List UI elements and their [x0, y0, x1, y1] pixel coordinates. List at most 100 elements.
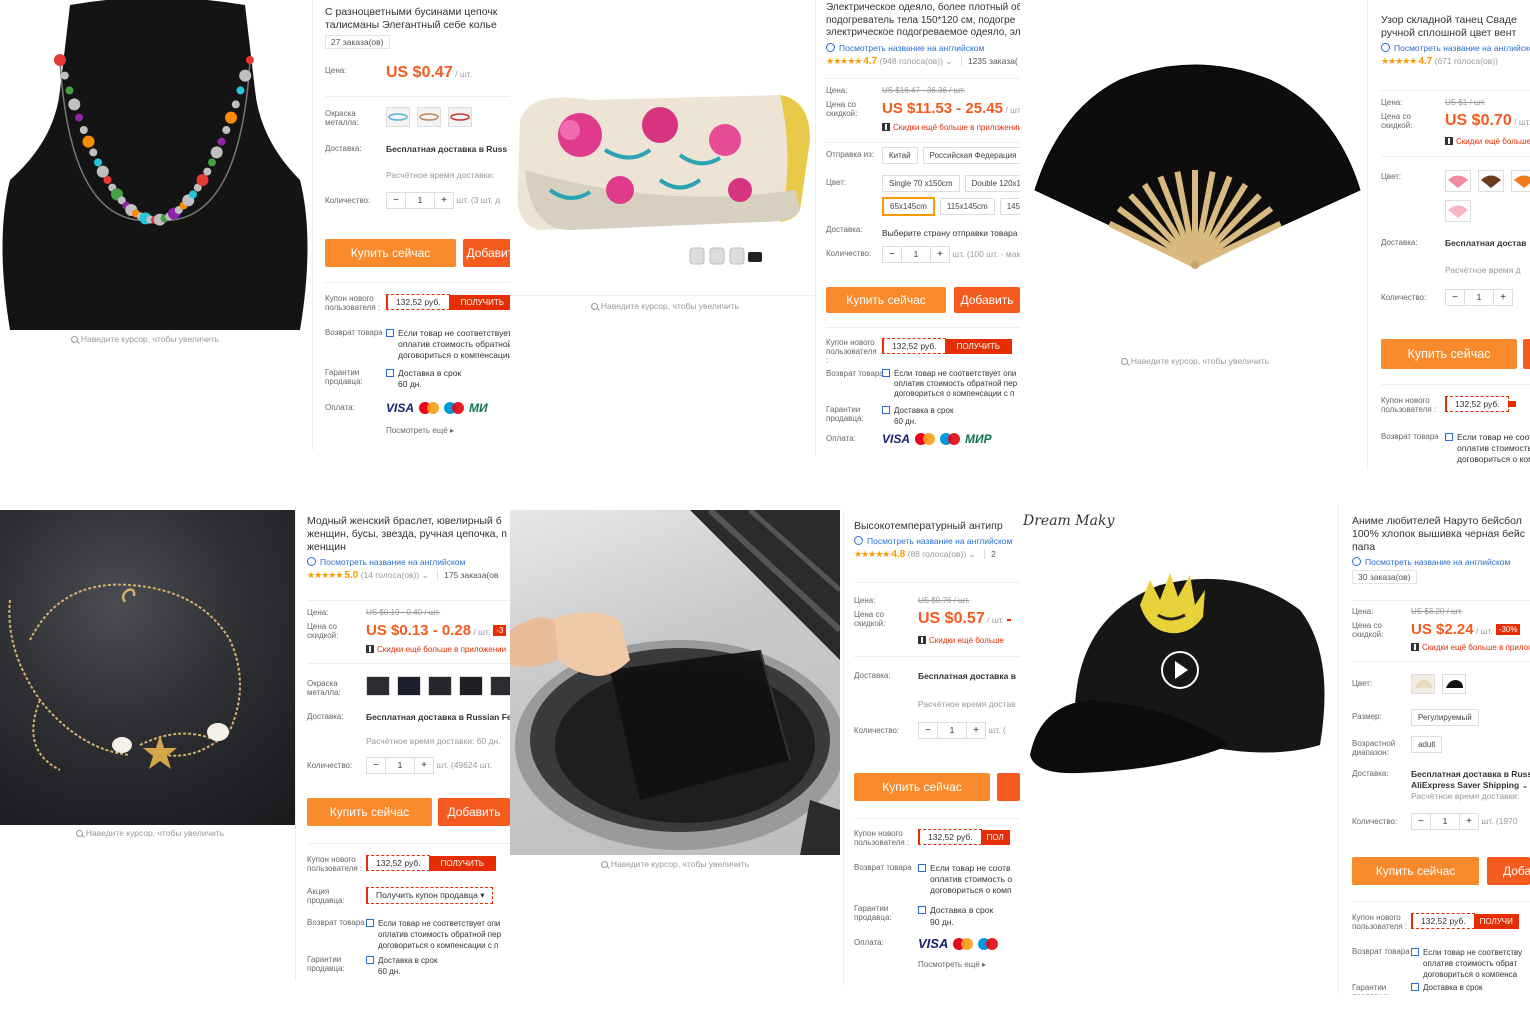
shipping-value[interactable]: Бесплатная доставка в Russian Fe — [366, 712, 510, 722]
votes[interactable]: (14 голоса(ов)) — [361, 570, 420, 580]
color-swatch-black[interactable] — [1442, 674, 1466, 694]
buy-now-button[interactable]: Купить сейчас — [1352, 857, 1479, 885]
quantity-input[interactable]: 1 — [1430, 814, 1460, 829]
app-discount[interactable]: Скидки ещё больше в приложении — [1411, 643, 1530, 652]
quantity-input[interactable]: 1 — [937, 723, 967, 738]
app-discount[interactable]: Скидки ещё больше в приложении — [1445, 137, 1530, 146]
buy-now-button[interactable]: Купить сейчас — [307, 798, 432, 826]
color-swatch[interactable] — [428, 676, 452, 696]
shipping-method[interactable]: AliExpress Saver Shipping — [1411, 780, 1519, 790]
quantity-input[interactable]: 1 — [385, 758, 415, 773]
votes[interactable]: (948 голоса(ов)) — [880, 56, 943, 66]
quantity-stepper[interactable]: −1 + — [1445, 289, 1513, 306]
add-to-cart-button[interactable]: Доба — [1487, 857, 1530, 885]
size-option-selected[interactable]: 65x145cm — [882, 197, 935, 216]
color-swatch[interactable] — [366, 676, 390, 696]
baking-mat-image[interactable] — [510, 510, 840, 855]
get-coupon-button[interactable]: ПОЛУЧИ — [1473, 913, 1519, 929]
buy-now-button[interactable]: Купить сейчас — [325, 239, 456, 267]
color-swatch-pink[interactable] — [1445, 170, 1471, 192]
blanket-image[interactable] — [510, 40, 815, 295]
buy-now-button[interactable]: Купить сейчас — [854, 773, 990, 801]
plus-button[interactable]: + — [1460, 814, 1478, 829]
product-title[interactable]: Высокотемпературный антипр — [854, 520, 1020, 533]
app-discount[interactable]: Скидки ещё больше в приложении — [882, 123, 1020, 132]
necklace-image[interactable] — [0, 0, 310, 330]
color-swatch[interactable] — [386, 107, 410, 127]
shipping-value[interactable]: Выберите страну отправки товара — [882, 228, 1018, 238]
minus-button[interactable]: − — [1412, 814, 1430, 829]
shipping-value[interactable]: Бесплатная доставка в Russ — [386, 144, 507, 154]
color-swatch-orange[interactable] — [1511, 170, 1530, 192]
get-coupon-button[interactable]: ПОЛ — [980, 829, 1010, 845]
product-title[interactable]: Аниме любителей Наруто бейсбол 100% хлоп… — [1352, 515, 1530, 554]
get-coupon-button[interactable]: ПОЛУЧИТЬ — [428, 855, 497, 871]
color-swatch-brown[interactable] — [1478, 170, 1504, 192]
quantity-stepper[interactable]: −1 + — [918, 722, 986, 739]
cap-image[interactable]: Dream Maky — [1020, 505, 1338, 795]
bracelet-image[interactable] — [0, 510, 295, 825]
minus-button[interactable]: − — [919, 723, 937, 738]
get-coupon-button[interactable] — [1507, 401, 1516, 407]
product-title[interactable]: С разноцветными бусинами цепочк талисман… — [325, 6, 510, 32]
plus-button[interactable]: + — [435, 193, 453, 208]
color-swatch-beige[interactable] — [1411, 674, 1435, 694]
color-swatch[interactable] — [417, 107, 441, 127]
shipping-value[interactable]: Бесплатная достав — [1445, 238, 1526, 248]
size-option[interactable]: Single 70 x150cm — [882, 175, 960, 192]
see-more-link[interactable]: Посмотреть ещё ▸ — [918, 960, 986, 969]
size-option[interactable]: Double 120x1 — [964, 175, 1020, 192]
fan-image[interactable] — [1020, 10, 1370, 350]
quantity-stepper[interactable]: −1 + — [366, 757, 434, 774]
get-coupon-button[interactable]: ПОЛУЧИТЬ — [944, 338, 1013, 354]
english-name-link[interactable]: Посмотреть название на английском — [826, 42, 1020, 53]
minus-button[interactable]: − — [1446, 290, 1464, 305]
shipping-value[interactable]: Бесплатная доставка в Russ — [1411, 769, 1530, 779]
color-swatch[interactable] — [490, 676, 510, 696]
size-option[interactable]: Регулируемый — [1411, 709, 1479, 726]
color-swatch[interactable] — [459, 676, 483, 696]
shipping-value[interactable]: Бесплатная доставка в — [918, 671, 1016, 681]
english-name-link[interactable]: Посмотреть название на английском — [1352, 557, 1530, 567]
product-title[interactable]: Модный женский браслет, ювелирный б женщ… — [307, 515, 510, 554]
get-coupon-button[interactable]: ПОЛУЧИТЬ — [448, 294, 510, 310]
see-more-link[interactable]: Посмотреть ещё ▸ — [386, 426, 454, 435]
english-name-link[interactable]: Посмотреть название на английском — [1381, 43, 1530, 53]
buy-now-button[interactable]: Купить сейчас — [826, 287, 946, 313]
app-discount[interactable]: Скидки ещё больше — [918, 636, 1004, 645]
quantity-stepper[interactable]: −1 + — [882, 246, 950, 263]
quantity-input[interactable]: 1 — [901, 247, 931, 262]
age-option[interactable]: adult — [1411, 736, 1443, 753]
english-name-link[interactable]: Посмотреть название на английском — [307, 557, 510, 567]
product-title[interactable]: Узор складной танец Сваде ручной сплошно… — [1381, 14, 1530, 40]
add-to-cart-button[interactable]: Добавить — [954, 287, 1020, 313]
ship-from-option[interactable]: Российская Федерация — [922, 147, 1020, 164]
color-swatch-light-pink[interactable] — [1445, 200, 1471, 222]
votes[interactable]: (671 голоса(ов)) — [1435, 56, 1498, 66]
add-to-cart-button[interactable] — [1523, 339, 1530, 369]
english-name-link[interactable]: Посмотреть название на английском — [854, 536, 1020, 546]
plus-button[interactable]: + — [1494, 290, 1512, 305]
add-to-cart-button[interactable]: Добавить — [463, 239, 510, 267]
add-to-cart-button[interactable] — [997, 773, 1020, 801]
app-discount[interactable]: Скидки ещё больше в приложении — [366, 645, 506, 654]
plus-button[interactable]: + — [415, 758, 433, 773]
votes[interactable]: (88 голоса(ов)) — [908, 549, 967, 559]
minus-button[interactable]: − — [883, 247, 901, 262]
quantity-stepper[interactable]: −1 + — [386, 192, 454, 209]
minus-button[interactable]: − — [367, 758, 385, 773]
quantity-input[interactable]: 1 — [405, 193, 435, 208]
quantity-input[interactable]: 1 — [1464, 290, 1494, 305]
plus-button[interactable]: + — [931, 247, 949, 262]
ship-from-option[interactable]: Китай — [882, 147, 918, 164]
buy-now-button[interactable]: Купить сейчас — [1381, 339, 1517, 369]
quantity-stepper[interactable]: −1 + — [1411, 813, 1479, 830]
seller-coupon[interactable]: Получить купон продавца ▾ — [366, 887, 494, 904]
size-option[interactable]: 145 — [999, 198, 1020, 215]
add-to-cart-button[interactable]: Добавить — [438, 798, 510, 826]
color-swatch[interactable] — [448, 107, 472, 127]
plus-button[interactable]: + — [967, 723, 985, 738]
color-swatch[interactable] — [397, 676, 421, 696]
minus-button[interactable]: − — [387, 193, 405, 208]
product-title[interactable]: Электрическое одеяло, более плотный об п… — [826, 2, 1020, 40]
